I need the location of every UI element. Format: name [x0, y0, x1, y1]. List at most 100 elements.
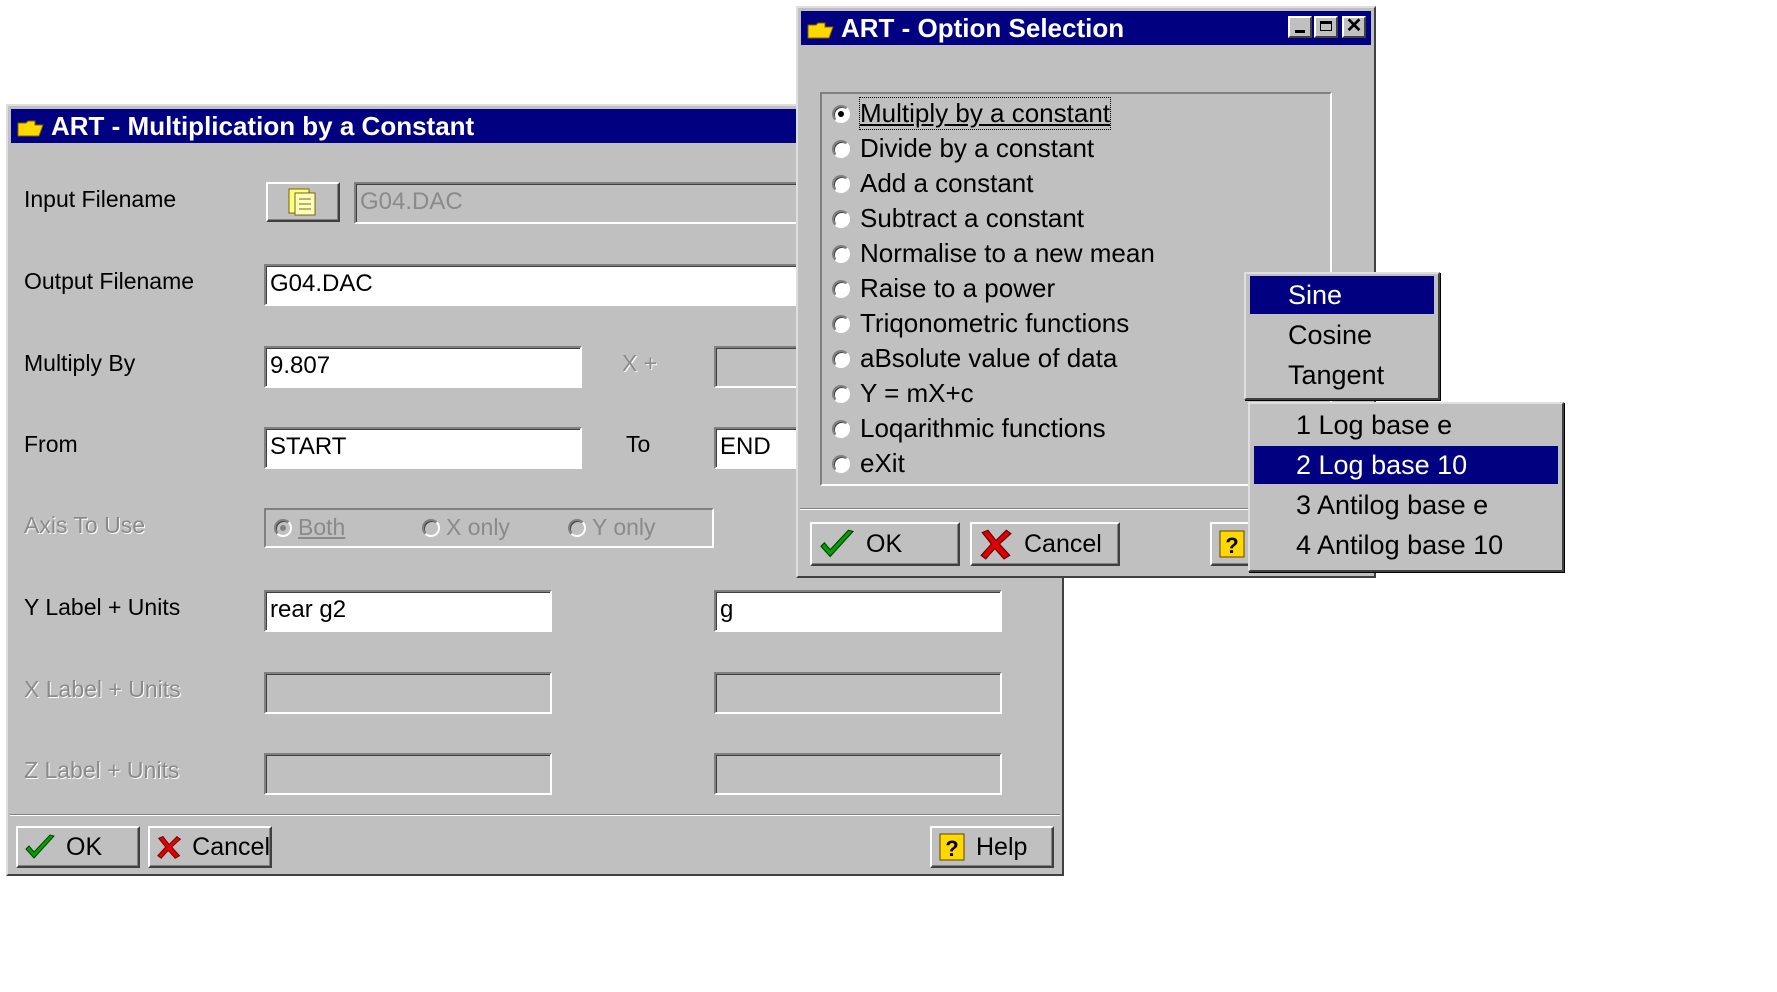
axis-option-y-only-label: Y only: [592, 514, 656, 540]
z-label-field[interactable]: [264, 753, 552, 795]
y-units-field[interactable]: g: [714, 590, 1002, 632]
axis-option-both-label: Both: [298, 514, 346, 540]
z-label-units-label: Z Label + Units: [24, 757, 180, 783]
radio-button[interactable]: [832, 209, 850, 228]
to-label: To: [626, 431, 651, 457]
folder-icon: [807, 22, 834, 39]
option-radio-item[interactable]: Triqonometric functions: [832, 308, 1129, 339]
cancel-button[interactable]: Cancel: [148, 826, 272, 868]
x-plus-label: X +: [622, 350, 658, 376]
option-radio-item[interactable]: Loqarithmic functions: [832, 413, 1106, 444]
option-label: aBsolute value of data: [860, 343, 1118, 373]
option-selection-title: ART - Option Selection: [841, 13, 1125, 43]
help-button[interactable]: ? Help: [930, 826, 1054, 868]
maximize-button[interactable]: [1314, 16, 1338, 38]
ok-button[interactable]: OK: [16, 826, 140, 868]
input-filename-field[interactable]: G04.DAC: [354, 182, 814, 224]
log-menu-item[interactable]: 2 Log base 10: [1254, 446, 1558, 484]
y-label-units-label: Y Label + Units: [24, 594, 181, 620]
log-menu-item[interactable]: 3 Antilog base e: [1254, 486, 1558, 524]
option-label: eXit: [860, 448, 905, 478]
x-label-units-label: X Label + Units: [24, 676, 181, 702]
radio-button[interactable]: [832, 104, 850, 123]
option-label: Add a constant: [860, 168, 1034, 198]
help-icon: ?: [1219, 530, 1245, 558]
trig-menu-item[interactable]: Sine: [1250, 276, 1434, 314]
option-radio-item[interactable]: aBsolute value of data: [832, 343, 1117, 374]
radio-button[interactable]: [274, 518, 292, 537]
radio-button[interactable]: [832, 279, 850, 298]
multiplication-dialog-title: ART - Multiplication by a Constant: [51, 111, 475, 141]
option-selection-titlebar[interactable]: ART - Option Selection: [801, 11, 1371, 45]
radio-button[interactable]: [832, 419, 850, 438]
help-icon: ?: [939, 833, 965, 861]
option-label: Raise to a power: [860, 273, 1056, 303]
option-ok-button[interactable]: OK: [810, 522, 960, 566]
ok-button-label: OK: [66, 832, 103, 861]
trig-functions-menu: Sine Cosine Tangent: [1244, 272, 1440, 400]
option-radio-item[interactable]: Y = mX+c: [832, 378, 974, 409]
option-label: Subtract a constant: [860, 203, 1085, 233]
file-browse-icon: [288, 188, 316, 216]
trig-menu-item[interactable]: Cosine: [1250, 316, 1434, 354]
minimize-icon: [1295, 30, 1305, 33]
option-label: Multiply by a constant: [858, 97, 1112, 130]
option-radio-item[interactable]: Raise to a power: [832, 273, 1055, 304]
radio-button[interactable]: [568, 518, 586, 537]
browse-file-button[interactable]: [266, 182, 340, 222]
x-units-field[interactable]: [714, 672, 1002, 714]
y-label-field[interactable]: rear g2: [264, 590, 552, 632]
axis-radio-y-only[interactable]: Y only: [568, 514, 656, 541]
axis-radio-x-only[interactable]: X only: [422, 514, 510, 541]
option-radio-item[interactable]: Multiply by a constant: [832, 97, 1112, 130]
radio-button[interactable]: [832, 384, 850, 403]
option-radio-item[interactable]: eXit: [832, 448, 905, 479]
radio-button[interactable]: [832, 349, 850, 368]
axis-radio-both[interactable]: Both: [274, 514, 345, 541]
checkmark-icon: [820, 529, 855, 558]
option-ok-label: OK: [866, 529, 903, 558]
radio-button[interactable]: [832, 454, 850, 473]
radio-button[interactable]: [832, 244, 850, 263]
log-menu-item[interactable]: 1 Log base e: [1254, 406, 1558, 444]
option-radio-item[interactable]: Subtract a constant: [832, 203, 1084, 234]
checkmark-icon: [25, 834, 55, 859]
radio-button[interactable]: [832, 174, 850, 193]
option-label: Triqonometric functions: [860, 308, 1130, 338]
input-filename-label: Input Filename: [24, 186, 177, 212]
multiply-by-label: Multiply By: [24, 350, 136, 376]
option-radio-item[interactable]: Add a constant: [832, 168, 1033, 199]
trig-menu-item[interactable]: Tangent: [1250, 356, 1434, 394]
red-x-icon: [980, 529, 1012, 560]
option-label: Y = mX+c: [860, 378, 974, 408]
minimize-button[interactable]: [1288, 16, 1312, 38]
option-cancel-button[interactable]: Cancel: [970, 522, 1120, 566]
option-radio-item[interactable]: Divide by a constant: [832, 133, 1094, 164]
maximize-icon: [1320, 21, 1332, 31]
option-cancel-label: Cancel: [1024, 529, 1102, 558]
close-button[interactable]: ✕: [1342, 16, 1366, 38]
radio-button[interactable]: [422, 518, 440, 537]
x-label-field[interactable]: [264, 672, 552, 714]
svg-text:?: ?: [1225, 533, 1238, 558]
divider: [10, 814, 1060, 816]
axis-to-use-label: Axis To Use: [24, 512, 146, 538]
close-icon: ✕: [1345, 15, 1363, 37]
cancel-button-label: Cancel: [192, 832, 270, 861]
from-label: From: [24, 431, 78, 457]
multiply-by-field[interactable]: 9.807: [264, 346, 582, 388]
option-radio-item[interactable]: Normalise to a new mean: [832, 238, 1155, 269]
axis-option-x-only-label: X only: [446, 514, 510, 540]
red-x-icon: [157, 835, 182, 859]
option-label: Divide by a constant: [860, 133, 1095, 163]
from-field[interactable]: START: [264, 427, 582, 469]
output-filename-label: Output Filename: [24, 268, 195, 294]
option-label: Normalise to a new mean: [860, 238, 1155, 268]
svg-text:?: ?: [945, 836, 958, 861]
z-units-field[interactable]: [714, 753, 1002, 795]
radio-button[interactable]: [832, 139, 850, 158]
help-button-label: Help: [976, 832, 1028, 861]
log-menu-item[interactable]: 4 Antilog base 10: [1254, 526, 1558, 564]
output-filename-field[interactable]: G04.DAC: [264, 264, 814, 306]
radio-button[interactable]: [832, 314, 850, 333]
